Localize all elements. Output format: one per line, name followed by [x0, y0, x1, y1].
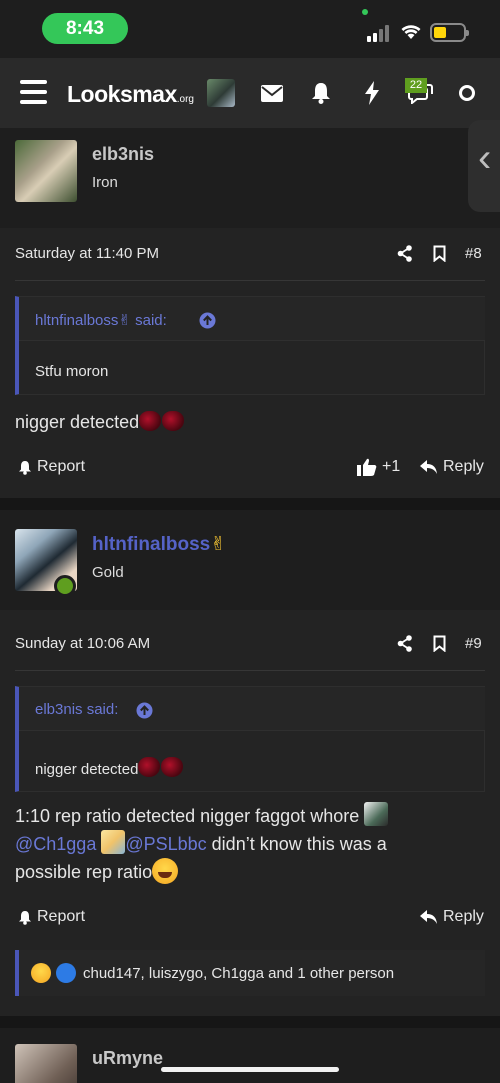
ruby-emoji-icon — [139, 411, 162, 431]
like-count: +1 — [382, 458, 401, 475]
side-panel-toggle[interactable]: ‹ — [468, 120, 500, 212]
reply-button[interactable]: Reply — [420, 458, 484, 476]
site-logo[interactable]: Looksmax.org — [67, 81, 194, 108]
logo-suffix: .org — [176, 94, 194, 105]
notification-badge: 22 — [405, 78, 427, 93]
quote-body: nigger detected — [35, 757, 184, 778]
divider — [15, 280, 485, 281]
post-number[interactable]: #8 — [465, 245, 482, 262]
bell-icon — [19, 460, 31, 475]
camera-indicator-dot — [362, 9, 368, 15]
post-body-text: possible rep ratio — [15, 862, 153, 882]
reactions-bar[interactable]: chud147, luiszygo, Ch1gga and 1 other pe… — [15, 950, 485, 996]
author-rank: Iron — [92, 174, 118, 191]
status-time: 8:43 — [42, 13, 128, 44]
avatar[interactable] — [15, 140, 77, 202]
post-8: elb3nis Iron Saturday at 11:40 PM #8 hlt… — [0, 128, 500, 498]
reply-arrow-icon — [420, 460, 437, 474]
report-button[interactable]: Report — [18, 908, 85, 926]
ruby-emoji-icon — [138, 757, 161, 777]
bookmark-icon[interactable] — [433, 635, 446, 652]
quote-author[interactable]: elb3nis said: — [35, 701, 118, 718]
reply-label: Reply — [443, 458, 484, 475]
share-icon[interactable] — [397, 635, 413, 652]
mention-link[interactable]: @PSLbbc — [125, 834, 206, 854]
post-number[interactable]: #9 — [465, 635, 482, 652]
report-label: Report — [37, 458, 86, 475]
post-body: nigger detected — [15, 409, 185, 436]
post-body-text: didn’t know this was a — [206, 834, 387, 854]
custom-emoji-icon — [101, 830, 126, 854]
battery-icon — [430, 23, 469, 42]
status-bar: 8:43 — [0, 0, 500, 58]
ruby-emoji-icon — [161, 757, 184, 777]
post-10: uRmyne — [0, 1028, 500, 1083]
tears-of-joy-reaction-icon — [31, 963, 51, 983]
share-icon[interactable] — [397, 245, 413, 262]
reply-arrow-icon — [420, 910, 437, 924]
custom-emoji-icon — [364, 802, 389, 826]
post-body-line: 1:10 rep ratio detected nigger faggot wh… — [15, 802, 485, 830]
post-body-line: @Ch1gga @PSLbbc didn’t know this was a — [15, 830, 485, 858]
chevron-left-icon: ‹ — [478, 136, 492, 180]
thumbs-up-reaction-icon — [56, 963, 76, 983]
quote-text: nigger detected — [35, 761, 139, 778]
online-status-indicator — [54, 575, 76, 597]
menu-icon[interactable] — [20, 80, 47, 104]
report-label: Report — [37, 908, 86, 925]
victory-hand-emoji: ✌ — [210, 534, 227, 555]
post-separator — [0, 1016, 500, 1028]
like-button[interactable]: +1 — [357, 458, 400, 476]
wifi-icon — [401, 25, 421, 39]
author-name-text: hltnfinalboss — [92, 534, 211, 555]
post-9: hltnfinalboss✌ Gold Sunday at 10:06 AM #… — [0, 510, 500, 1016]
post-body: 1:10 rep ratio detected nigger faggot wh… — [15, 802, 485, 886]
post-body-text: nigger detected — [15, 412, 140, 432]
divider — [15, 670, 485, 671]
author-name[interactable]: elb3nis — [92, 144, 154, 165]
home-indicator[interactable] — [161, 1067, 339, 1072]
mention-link[interactable]: @Ch1gga — [15, 834, 96, 854]
author-rank: Gold — [92, 564, 124, 581]
quote-header: hltnfinalboss✌ said: — [19, 297, 485, 341]
ruby-emoji-icon — [162, 411, 185, 431]
post-date[interactable]: Sunday at 10:06 AM — [15, 635, 150, 652]
logo-text: Looksmax — [67, 81, 177, 107]
post-body-line: possible rep ratio — [15, 858, 485, 886]
post-author-row: elb3nis Iron — [0, 128, 500, 228]
bell-icon[interactable] — [308, 80, 334, 106]
thumbs-up-icon — [357, 458, 377, 476]
quote-text: Stfu moron — [35, 363, 109, 380]
quote-block: hltnfinalboss✌ said: Stfu moron — [15, 296, 485, 395]
tears-of-joy-emoji-icon — [152, 858, 179, 884]
reply-button[interactable]: Reply — [420, 908, 484, 926]
report-button[interactable]: Report — [18, 458, 85, 476]
bell-icon — [19, 910, 31, 925]
reactions-list[interactable]: chud147, luiszygo, Ch1gga and 1 other pe… — [83, 965, 394, 982]
post-body-text: 1:10 rep ratio detected nigger faggot wh… — [15, 806, 360, 826]
post-author-row: uRmyne — [0, 1028, 500, 1083]
author-name[interactable]: hltnfinalboss✌ — [92, 533, 226, 556]
quote-author[interactable]: hltnfinalboss✌ said: — [35, 311, 167, 329]
bookmark-icon[interactable] — [433, 245, 446, 262]
cellular-signal-icon — [367, 24, 391, 42]
quote-header: elb3nis said: — [19, 687, 485, 731]
avatar[interactable] — [15, 1044, 77, 1083]
envelope-icon[interactable] — [259, 80, 285, 106]
lightning-icon[interactable] — [359, 80, 385, 106]
jump-up-arrow-icon[interactable] — [136, 702, 153, 719]
quote-block: elb3nis said: nigger detected — [15, 686, 485, 792]
reply-label: Reply — [443, 908, 484, 925]
jump-up-arrow-icon[interactable] — [199, 312, 216, 329]
post-separator — [0, 498, 500, 510]
post-date[interactable]: Saturday at 11:40 PM — [15, 245, 159, 262]
post-author-row: hltnfinalboss✌ Gold — [0, 510, 500, 610]
user-avatar[interactable] — [207, 79, 235, 107]
author-name[interactable]: uRmyne — [92, 1048, 163, 1069]
circle-icon[interactable] — [454, 80, 480, 106]
